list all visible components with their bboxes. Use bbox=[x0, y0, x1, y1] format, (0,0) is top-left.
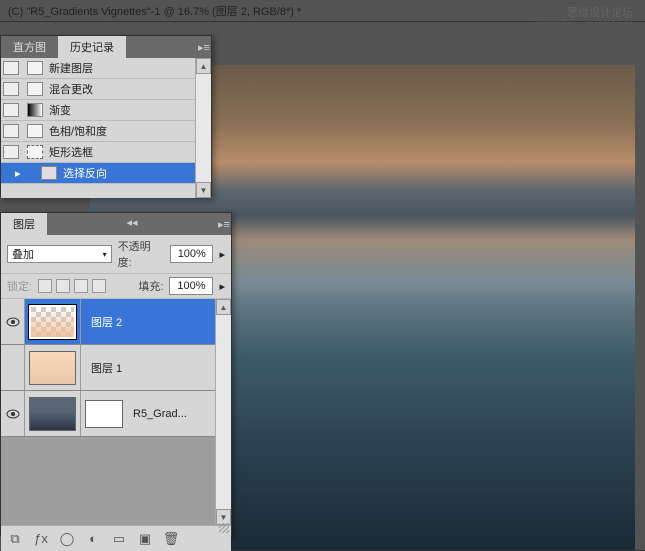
history-checkbox bbox=[3, 145, 19, 159]
history-label: 渐变 bbox=[49, 102, 71, 118]
layer-row[interactable]: 图层 1 bbox=[1, 345, 231, 391]
history-item[interactable]: ▸ 选择反向 bbox=[1, 163, 211, 184]
history-label: 矩形选框 bbox=[49, 144, 93, 160]
lock-label: 锁定: bbox=[7, 278, 32, 294]
panel-menu-icon[interactable]: ▸≡ bbox=[217, 213, 231, 235]
history-item[interactable]: 渐变 bbox=[1, 100, 211, 121]
lock-transparency-icon[interactable] bbox=[38, 279, 52, 293]
panel-menu-icon[interactable]: ▸≡ bbox=[197, 36, 211, 58]
visibility-toggle[interactable] bbox=[1, 391, 25, 436]
history-panel-tabs: 直方图 历史记录 ▸≡ bbox=[1, 36, 211, 58]
chevron-down-icon: ▾ bbox=[103, 250, 107, 259]
scrollbar-vertical[interactable]: ▲ ▼ bbox=[195, 58, 211, 198]
file-icon bbox=[27, 82, 43, 96]
scroll-up-icon: ▲ bbox=[196, 58, 211, 74]
document-title: (C) "R5_Gradients Vignettes"-1 @ 16.7% (… bbox=[8, 3, 301, 19]
lock-fill-row: 锁定: 填充: 100% ▸ bbox=[1, 274, 231, 299]
eye-icon bbox=[6, 409, 20, 419]
history-label: 色相/饱和度 bbox=[49, 123, 107, 139]
history-item[interactable]: 新建图层 bbox=[1, 58, 211, 79]
history-item[interactable]: 色相/饱和度 bbox=[1, 121, 211, 142]
layer-thumbnail[interactable] bbox=[29, 351, 76, 385]
blend-mode-select[interactable]: 叠加▾ bbox=[7, 245, 112, 263]
file-icon bbox=[27, 124, 43, 138]
layer-name[interactable]: 图层 1 bbox=[81, 360, 122, 376]
layer-row[interactable]: R5_Grad... bbox=[1, 391, 231, 437]
fx-icon[interactable]: ƒx bbox=[33, 531, 49, 547]
tab-layers[interactable]: 图层 bbox=[1, 213, 47, 235]
opacity-input[interactable]: 100% bbox=[170, 245, 213, 263]
lock-position-icon[interactable] bbox=[74, 279, 88, 293]
blend-opacity-row: 叠加▾ 不透明度: 100% ▸ bbox=[1, 235, 231, 274]
new-layer-icon[interactable]: ▣ bbox=[137, 531, 153, 547]
trash-icon[interactable]: 🗑 bbox=[163, 531, 179, 547]
fill-flyout-icon[interactable]: ▸ bbox=[219, 280, 225, 293]
layers-panel: 图层 ◂◂ ▸≡ 叠加▾ 不透明度: 100% ▸ 锁定: 填充: 100% ▸ bbox=[0, 212, 232, 536]
layer-mask-thumbnail[interactable] bbox=[85, 400, 123, 428]
adjustment-icon[interactable]: ◐ bbox=[85, 531, 101, 547]
fill-label: 填充: bbox=[138, 278, 163, 294]
panel-collapse-icon[interactable]: ◂◂ bbox=[120, 213, 143, 235]
history-checkbox bbox=[3, 124, 19, 138]
layers-list: 图层 2 图层 1 R5_Grad... ▲ ▼ bbox=[1, 299, 231, 525]
history-checkbox bbox=[3, 82, 19, 96]
visibility-toggle[interactable] bbox=[1, 299, 25, 344]
history-item[interactable]: 混合更改 bbox=[1, 79, 211, 100]
layer-row[interactable]: 图层 2 bbox=[1, 299, 231, 345]
inverse-icon bbox=[41, 166, 57, 180]
scrollbar-vertical[interactable]: ▲ ▼ bbox=[215, 299, 231, 525]
lock-paint-icon[interactable] bbox=[56, 279, 70, 293]
history-label: 新建图层 bbox=[49, 60, 93, 76]
layer-name[interactable]: R5_Grad... bbox=[123, 408, 187, 420]
layer-name[interactable]: 图层 2 bbox=[81, 314, 122, 330]
gradient-icon bbox=[27, 103, 43, 117]
fill-input[interactable]: 100% bbox=[169, 277, 213, 295]
lock-all-icon[interactable] bbox=[92, 279, 106, 293]
eye-icon bbox=[6, 317, 20, 327]
layer-thumbnail[interactable] bbox=[29, 305, 76, 339]
opacity-label: 不透明度: bbox=[118, 238, 164, 270]
mask-icon[interactable]: ◯ bbox=[59, 531, 75, 547]
workspace: 直方图 历史记录 ▸≡ 新建图层 混合更改 渐变 色相/饱和度 矩形选框 ▸ 选择… bbox=[0, 22, 645, 550]
opacity-flyout-icon[interactable]: ▸ bbox=[219, 248, 225, 261]
link-icon[interactable]: ⧉ bbox=[7, 531, 23, 547]
history-label: 混合更改 bbox=[49, 81, 93, 97]
history-panel: 直方图 历史记录 ▸≡ 新建图层 混合更改 渐变 色相/饱和度 矩形选框 ▸ 选择… bbox=[0, 35, 212, 197]
visibility-toggle[interactable] bbox=[1, 345, 25, 390]
resize-grip-icon[interactable] bbox=[219, 523, 229, 533]
history-label: 选择反向 bbox=[63, 165, 107, 181]
current-pointer-icon: ▸ bbox=[15, 167, 21, 180]
history-checkbox bbox=[3, 61, 19, 75]
scroll-down-icon: ▼ bbox=[196, 182, 211, 198]
marquee-icon bbox=[27, 145, 43, 159]
tab-histogram[interactable]: 直方图 bbox=[1, 36, 58, 58]
group-icon[interactable]: ▭ bbox=[111, 531, 127, 547]
scroll-up-icon: ▲ bbox=[216, 299, 231, 315]
file-icon bbox=[27, 61, 43, 75]
history-checkbox bbox=[3, 103, 19, 117]
history-item[interactable]: 矩形选框 bbox=[1, 142, 211, 163]
history-list: 新建图层 混合更改 渐变 色相/饱和度 矩形选框 ▸ 选择反向 ▲ ▼ bbox=[1, 58, 211, 198]
layers-panel-tabs: 图层 ◂◂ ▸≡ bbox=[1, 213, 231, 235]
tab-history[interactable]: 历史记录 bbox=[58, 36, 126, 58]
layer-thumbnail[interactable] bbox=[29, 397, 76, 431]
layers-footer: ⧉ ƒx ◯ ◐ ▭ ▣ 🗑 bbox=[1, 525, 231, 551]
watermark-url: WWW.MISSYUAN.COM bbox=[535, 18, 633, 28]
